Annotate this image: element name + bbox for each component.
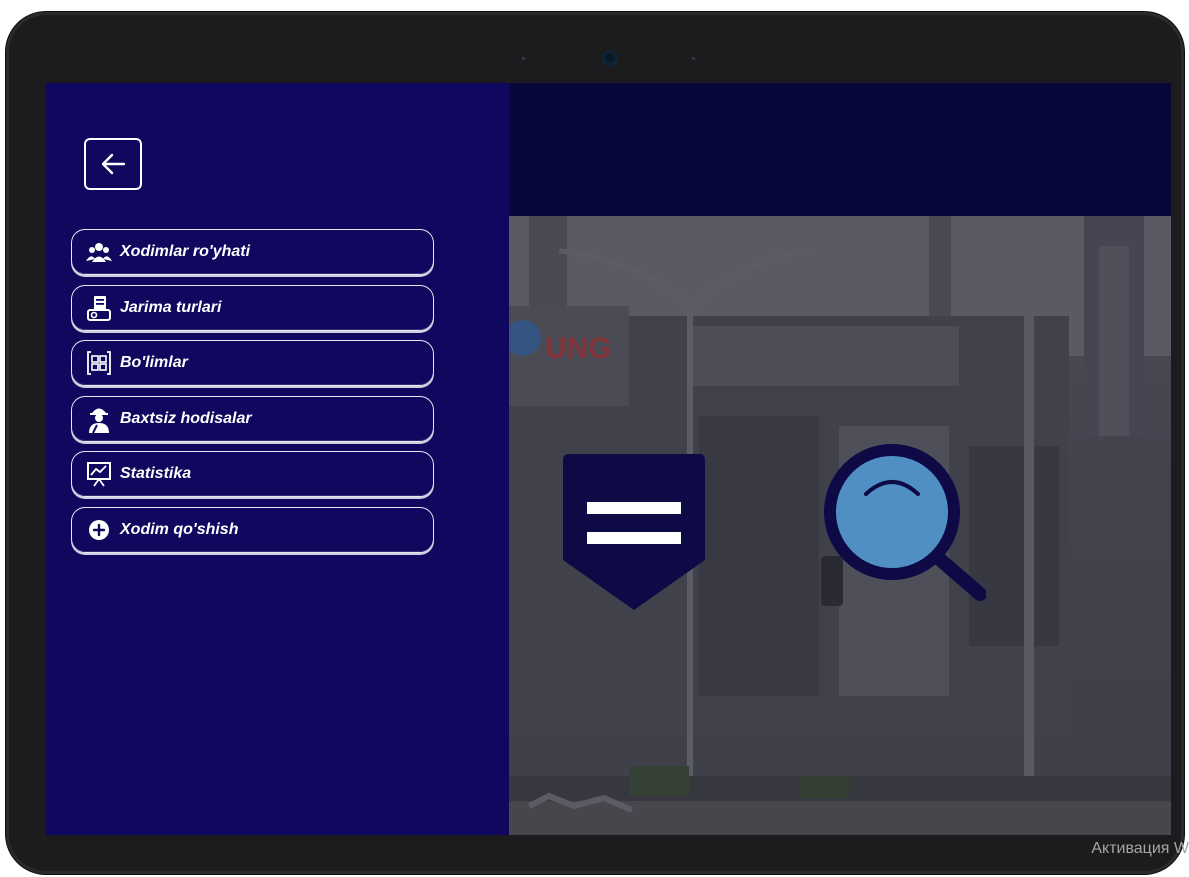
menu-item-accidents[interactable]: Baxtsiz hodisalar: [71, 395, 434, 442]
camera: [602, 50, 618, 66]
menu-item-label: Xodimlar ro'yhati: [120, 243, 251, 260]
top-bar: [509, 83, 1171, 216]
fine-document-icon: [86, 295, 112, 321]
menu-item-add-employee[interactable]: Xodim qo'shish: [71, 506, 434, 553]
menu-item-departments[interactable]: Bo'limlar: [71, 340, 434, 387]
menu-item-label: Xodim qo'shish: [120, 520, 239, 538]
app-screen: Xodimlar ro'yhati Jarima turlari Bo'liml…: [46, 83, 1171, 835]
tablet-frame: Xodimlar ro'yhati Jarima turlari Bo'liml…: [6, 12, 1184, 874]
arrow-left-icon: [101, 153, 126, 175]
menu-item-label: Bo'limlar: [120, 354, 188, 372]
menu-item-employees[interactable]: Xodimlar ro'yhati: [71, 229, 434, 275]
sidebar: Xodimlar ro'yhati Jarima turlari Bo'liml…: [46, 83, 509, 835]
add-circle-icon: [86, 517, 112, 543]
employees-group-icon: [86, 239, 112, 265]
departments-grid-icon: [86, 350, 112, 376]
sidebar-menu: Xodimlar ro'yhati Jarima turlari Bo'liml…: [71, 229, 434, 563]
shield-document-icon[interactable]: [553, 454, 715, 610]
injured-worker-icon: [86, 406, 112, 433]
menu-item-fines[interactable]: Jarima turlari: [71, 284, 434, 331]
main-content: UNG: [505, 83, 1171, 835]
statistics-chart-icon: [86, 461, 112, 487]
search-icon[interactable]: [824, 444, 986, 606]
menu-item-statistics[interactable]: Statistika: [71, 451, 434, 498]
windows-activation-watermark: Активация W: [1091, 840, 1189, 857]
background-photo: UNG: [505, 216, 1171, 835]
sensor-dot: [692, 57, 695, 60]
menu-item-label: Jarima turlari: [120, 298, 222, 316]
back-button[interactable]: [84, 138, 142, 190]
menu-item-label: Baxtsiz hodisalar: [120, 409, 252, 427]
menu-item-label: Statistika: [120, 465, 192, 483]
sensor-dot: [522, 57, 525, 60]
